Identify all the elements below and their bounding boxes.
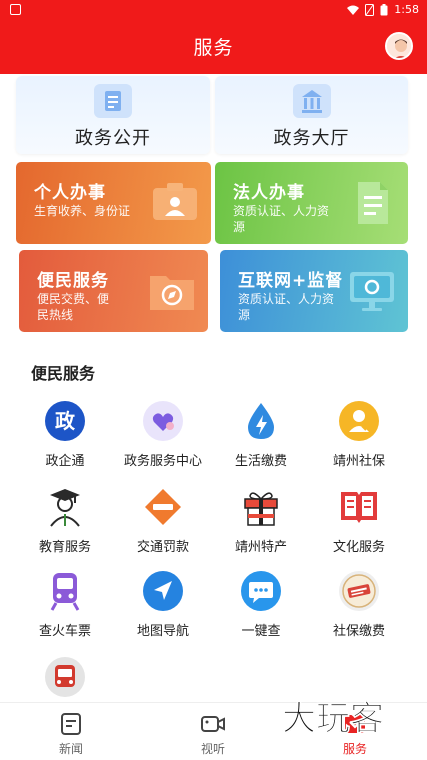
card-convenience-service[interactable]: 便民服务 便民交费、便民热线 (19, 250, 208, 332)
id-card-icon (153, 183, 197, 220)
card-internet-supervision[interactable]: 互联网+监督 资质认证、人力资源 (220, 250, 408, 332)
svg-text:大玩客: 大玩客 (282, 699, 384, 739)
service-traffic-fine[interactable]: 交通罚款 (113, 486, 213, 566)
clock-time: 1:58 (394, 3, 419, 16)
service-label: 交通罚款 (136, 540, 189, 555)
building-icon (292, 84, 331, 118)
card-subtitle: 便民交费、便民热线 (37, 292, 110, 322)
battery-icon (380, 3, 388, 15)
service-label: 地图导航 (136, 624, 189, 639)
card-subtitle: 资质认证、人力资源 (238, 292, 335, 322)
card-subtitle: 生育收养、身份证 (34, 204, 131, 218)
service-utility-payment[interactable]: 生活缴费 (211, 400, 311, 480)
folder-compass-icon (150, 276, 194, 310)
lightning-drop-icon (248, 403, 274, 439)
page-title: 服务 (193, 37, 234, 59)
card-government-disclosure[interactable]: 政务公开 (16, 76, 210, 154)
tab-label: 视听 (200, 742, 225, 756)
service-government-center[interactable]: 政务服务中心 (113, 400, 213, 480)
watermark-logo: 大玩客 (282, 699, 384, 740)
service-social-security-payment[interactable]: 社保缴费 (309, 570, 409, 650)
service-bus[interactable] (15, 656, 115, 702)
section-title: 便民服务 (31, 364, 96, 383)
stamp-icon (339, 571, 379, 611)
card-title: 互联网+监督 (238, 271, 344, 291)
status-icons: 1:58 (347, 3, 419, 16)
service-label: 一键查 (241, 624, 281, 639)
video-icon (201, 716, 225, 732)
service-label: 查火车票 (38, 624, 91, 639)
card-personal-affairs[interactable]: 个人办事 生育收养、身份证 (16, 162, 211, 244)
card-title: 法人办事 (233, 183, 305, 203)
card-government-hall[interactable]: 政务大厅 (215, 76, 408, 154)
bus-icon (45, 657, 85, 697)
train-icon (50, 573, 80, 611)
service-label: 政务服务中心 (123, 454, 202, 469)
service-label: 教育服务 (38, 540, 91, 555)
service-map-navigation[interactable]: 地图导航 (113, 570, 213, 650)
no-sim-icon (365, 3, 375, 16)
service-zhengqitong[interactable]: 政 政企通 (15, 400, 115, 480)
service-label: 靖州特产 (234, 540, 287, 555)
service-one-click-query[interactable]: 一键查 (211, 570, 311, 650)
chat-bubble-icon (241, 571, 281, 611)
card-corporate-affairs[interactable]: 法人办事 资质认证、人力资源 (215, 162, 408, 244)
news-icon (61, 713, 81, 735)
service-label: 政企通 (45, 454, 85, 469)
avatar[interactable] (385, 32, 413, 60)
graduate-icon (50, 489, 80, 527)
tab-label: 新闻 (58, 742, 83, 756)
document-icon (94, 84, 132, 118)
app-header: 服务 (0, 20, 427, 74)
book-icon (341, 492, 377, 523)
monitor-icon (350, 272, 394, 311)
service-education[interactable]: 教育服务 (15, 486, 115, 566)
service-jingzhou-specialty[interactable]: 靖州特产 (211, 486, 311, 566)
tab-label: 服务 (342, 742, 367, 756)
social-security-icon (339, 401, 379, 441)
card-title: 个人办事 (34, 183, 106, 203)
service-label: 文化服务 (332, 540, 385, 555)
service-label: 生活缴费 (234, 454, 287, 469)
notification-icon (10, 4, 21, 15)
svg-text:政: 政 (55, 409, 76, 433)
gift-box-icon (244, 492, 278, 526)
tab-news[interactable]: 新闻 (31, 709, 111, 757)
wifi-icon (347, 5, 360, 15)
service-label: 社保缴费 (332, 624, 385, 639)
no-entry-icon (145, 489, 181, 525)
card-title: 便民服务 (37, 271, 109, 291)
navigation-arrow-icon (143, 571, 183, 611)
tab-video[interactable]: 视听 (173, 709, 253, 757)
service-jingzhou-social-security[interactable]: 靖州社保 (309, 400, 409, 480)
service-culture[interactable]: 文化服务 (309, 486, 409, 566)
heart-hands-icon (143, 401, 183, 441)
service-label: 靖州社保 (332, 454, 385, 469)
service-train-tickets[interactable]: 查火车票 (15, 570, 115, 650)
card-subtitle: 资质认证、人力资源 (233, 204, 330, 234)
certificate-icon (358, 182, 388, 224)
card-label: 政务大厅 (273, 128, 350, 149)
status-bar: 1:58 (0, 0, 427, 20)
zheng-badge-icon: 政 (45, 401, 85, 441)
card-label: 政务公开 (75, 128, 151, 149)
